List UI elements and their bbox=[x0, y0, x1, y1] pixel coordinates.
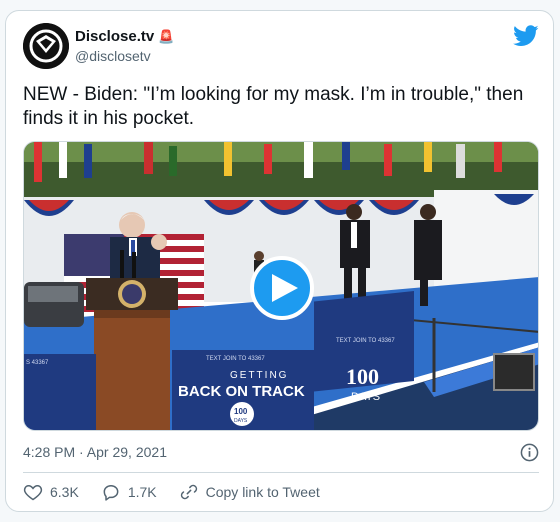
handle[interactable]: @disclosetv bbox=[75, 48, 151, 64]
siren-icon: 🚨 bbox=[158, 29, 175, 44]
tweet-actions: 6.3K 1.7K Copy link to Tweet bbox=[23, 481, 320, 503]
heart-icon bbox=[23, 484, 43, 501]
right-sign-small-text: TEXT JOIN TO 43367 bbox=[336, 338, 395, 344]
display-name[interactable]: Disclose.tv bbox=[75, 28, 154, 45]
divider bbox=[23, 472, 539, 473]
info-icon[interactable] bbox=[520, 443, 539, 462]
copy-link-button[interactable]: Copy link to Tweet bbox=[179, 482, 320, 502]
right-sign-sub: DAYS bbox=[351, 391, 380, 403]
disclose-logo-icon bbox=[23, 23, 69, 69]
timestamp-row: 4:28 PM · Apr 29, 2021 bbox=[23, 442, 539, 462]
name-row: Disclose.tv 🚨 bbox=[75, 28, 174, 45]
reply-count: 1.7K bbox=[127, 484, 157, 500]
tweet-text: NEW - Biden: "I’m looking for my mask. I… bbox=[23, 84, 524, 129]
sign-small-text: TEXT JOIN TO 43367 bbox=[206, 356, 265, 362]
link-icon bbox=[180, 484, 197, 500]
play-button[interactable] bbox=[250, 256, 314, 320]
right-sign-number: 100 bbox=[346, 364, 379, 389]
sign-back-on-track-text: BACK ON TRACK bbox=[178, 383, 305, 400]
copy-link-label: Copy link to Tweet bbox=[205, 484, 320, 500]
far-left-sign-text: S 43367 bbox=[26, 360, 49, 366]
sign-seal-number: 100 bbox=[234, 407, 248, 416]
timestamp[interactable]: 4:28 PM · Apr 29, 2021 bbox=[23, 444, 167, 460]
like-count: 6.3K bbox=[50, 484, 79, 500]
play-icon bbox=[271, 274, 298, 302]
video-player[interactable]: S 43367 TEXT JOIN TO 43367 GETTING BACK … bbox=[23, 141, 539, 431]
reply-button[interactable]: 1.7K bbox=[101, 482, 157, 502]
tweet-card[interactable]: Disclose.tv 🚨 @disclosetv NEW - Biden: "… bbox=[5, 10, 554, 512]
like-button[interactable]: 6.3K bbox=[23, 482, 79, 502]
avatar[interactable] bbox=[23, 23, 69, 69]
reply-icon bbox=[103, 485, 119, 501]
sign-getting-text: GETTING bbox=[230, 370, 288, 381]
sign-seal-sub: DAYS bbox=[234, 418, 248, 424]
twitter-bird-icon[interactable] bbox=[513, 25, 539, 47]
